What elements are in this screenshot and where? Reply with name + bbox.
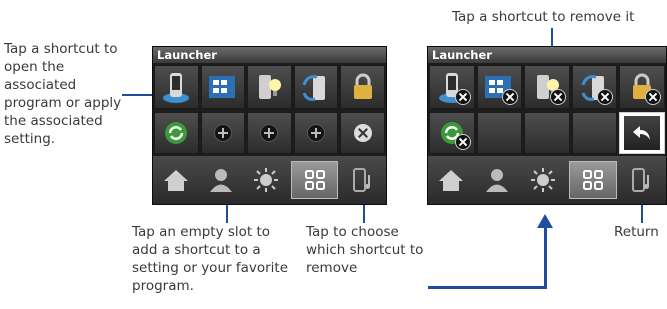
remove-badge-icon bbox=[549, 89, 566, 105]
shortcut-sync-remove[interactable] bbox=[571, 65, 618, 109]
add-icon bbox=[213, 124, 232, 142]
shortcut-sync[interactable] bbox=[293, 65, 339, 109]
slot-row bbox=[428, 111, 666, 155]
nav-home[interactable] bbox=[428, 156, 474, 204]
shortcut-phone[interactable] bbox=[154, 65, 199, 109]
nav-media[interactable] bbox=[341, 156, 386, 204]
empty-slot[interactable] bbox=[293, 112, 339, 154]
media-icon bbox=[352, 168, 370, 192]
nav-people[interactable] bbox=[198, 156, 243, 204]
people-icon bbox=[486, 169, 508, 192]
launcher-title: Launcher bbox=[428, 47, 666, 63]
shortcut-start-menu-remove[interactable] bbox=[476, 65, 523, 109]
shortcut-phone-remove[interactable] bbox=[429, 65, 475, 109]
sync-icon bbox=[302, 75, 326, 101]
empty-cell bbox=[476, 112, 523, 154]
media-icon bbox=[632, 168, 649, 192]
callout-remove-it: Tap a shortcut to remove it bbox=[452, 9, 635, 25]
close-icon bbox=[353, 124, 372, 142]
shortcut-lock-remove[interactable] bbox=[619, 65, 665, 109]
launcher-icon bbox=[304, 170, 325, 190]
nav-home[interactable] bbox=[153, 156, 198, 204]
brightness-icon bbox=[531, 168, 555, 192]
shortcut-row bbox=[428, 64, 666, 110]
shortcut-refresh[interactable] bbox=[154, 112, 199, 154]
nav-brightness[interactable] bbox=[520, 156, 566, 204]
empty-cell bbox=[571, 112, 618, 154]
slot-row bbox=[153, 111, 386, 155]
connector-arrowhead bbox=[537, 214, 553, 228]
light-icon bbox=[259, 75, 282, 99]
shortcut-start-menu[interactable] bbox=[200, 65, 246, 109]
callout-choose-remove: Tap to choose which shortcut to remove bbox=[306, 224, 424, 276]
refresh-icon bbox=[165, 122, 188, 144]
bottom-nav bbox=[428, 156, 666, 204]
nav-launcher[interactable] bbox=[569, 161, 617, 199]
connector-bottom-vertical bbox=[544, 226, 547, 289]
brightness-icon bbox=[253, 168, 278, 192]
nav-brightness[interactable] bbox=[243, 156, 288, 204]
people-icon bbox=[209, 169, 232, 192]
connector-bottom-horizontal bbox=[428, 286, 546, 289]
shortcut-light-remove[interactable] bbox=[524, 65, 570, 109]
shortcut-lock[interactable] bbox=[340, 65, 385, 109]
remove-badge-icon bbox=[454, 134, 471, 150]
nav-people[interactable] bbox=[474, 156, 520, 204]
return-arrow-icon bbox=[633, 126, 651, 140]
shortcut-row bbox=[153, 64, 386, 110]
remove-badge-icon bbox=[644, 89, 661, 105]
callout-open-shortcut: Tap a shortcut to open the associated pr… bbox=[4, 41, 122, 147]
shortcut-light[interactable] bbox=[247, 65, 292, 109]
shortcut-refresh-remove[interactable] bbox=[429, 112, 475, 154]
remove-badge-icon bbox=[454, 89, 471, 105]
home-icon bbox=[163, 170, 188, 191]
remove-badge-icon bbox=[502, 89, 519, 105]
remove-mode-button[interactable] bbox=[340, 112, 385, 154]
empty-slot[interactable] bbox=[247, 112, 292, 154]
launcher-panel-normal: Launcher bbox=[153, 47, 386, 204]
launcher-panel-remove: Launcher bbox=[428, 47, 666, 204]
add-icon bbox=[260, 124, 279, 142]
start-menu-icon bbox=[208, 76, 235, 98]
nav-launcher[interactable] bbox=[291, 161, 338, 199]
return-button-face bbox=[624, 116, 661, 150]
bottom-nav bbox=[153, 156, 386, 204]
return-button[interactable] bbox=[619, 112, 665, 154]
connector-left bbox=[122, 94, 154, 96]
callout-return: Return bbox=[614, 224, 659, 240]
callout-empty-slot: Tap an empty slot to add a shortcut to a… bbox=[132, 224, 289, 294]
launcher-title: Launcher bbox=[153, 47, 386, 63]
add-icon bbox=[307, 124, 326, 142]
nav-media[interactable] bbox=[620, 156, 666, 204]
lock-icon bbox=[353, 73, 372, 99]
empty-slot[interactable] bbox=[200, 112, 246, 154]
phone-icon bbox=[163, 73, 190, 103]
home-icon bbox=[439, 170, 463, 191]
remove-badge-icon bbox=[597, 89, 614, 105]
launcher-icon bbox=[583, 170, 603, 190]
empty-cell bbox=[524, 112, 570, 154]
